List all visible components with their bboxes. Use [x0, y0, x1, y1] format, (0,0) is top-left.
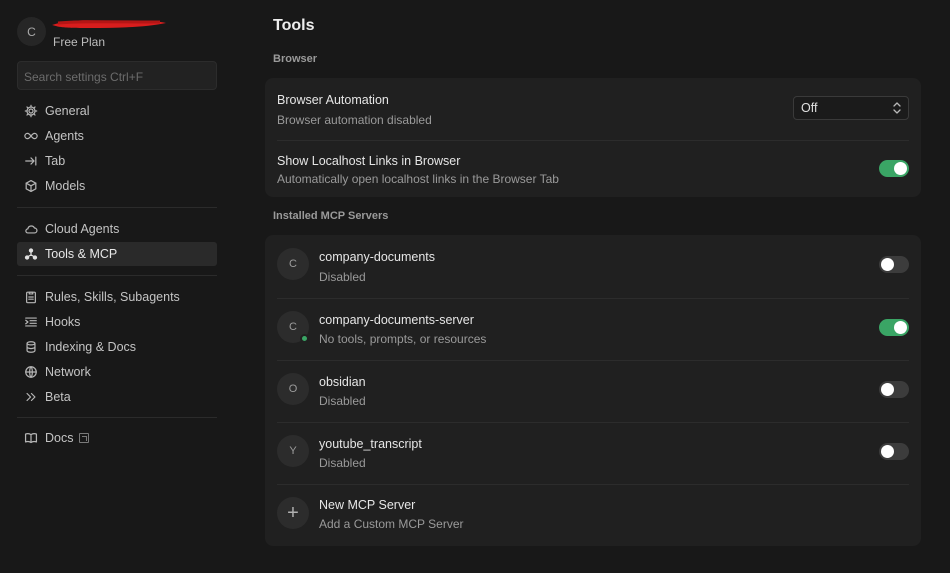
sidebar-item-label: Indexing & Docs	[45, 340, 137, 354]
server-avatar: C	[277, 311, 309, 343]
sidebar-item-label: Beta	[45, 390, 71, 404]
sidebar: C Free Plan Search settings Ctrl+F Gener…	[0, 0, 233, 573]
sidebar-item-label: Models	[45, 179, 86, 193]
sidebar-item-tab[interactable]: Tab	[17, 149, 217, 173]
toggle-knob	[881, 445, 894, 458]
sidebar-item-agents[interactable]: Agents	[17, 124, 217, 148]
row-description: Browser automation disabled	[277, 113, 432, 127]
settings-window: C Free Plan Search settings Ctrl+F Gener…	[0, 0, 950, 573]
sidebar-item-indexing-docs[interactable]: Indexing & Docs	[17, 335, 217, 359]
toggle-knob	[894, 162, 907, 175]
status-running-dot	[300, 334, 309, 343]
localhost-links-row: Show Localhost Links in Browser Automati…	[265, 141, 921, 197]
section-title-browser: Browser	[273, 53, 318, 65]
search-input[interactable]: Search settings Ctrl+F	[17, 61, 217, 90]
server-status: Disabled	[319, 456, 366, 470]
mcp-servers-card: C company-documents Disabled C company-d…	[265, 235, 921, 546]
browser-settings-card: Browser Automation Browser automation di…	[265, 78, 921, 197]
row-description: Automatically open localhost links in th…	[277, 172, 559, 186]
browser-automation-row: Browser Automation Browser automation di…	[265, 78, 921, 140]
server-toggle-company-documents-server[interactable]	[879, 319, 909, 336]
tab-arrow-icon	[23, 153, 39, 169]
hooks-icon	[23, 314, 39, 330]
sidebar-item-label: Docs	[45, 431, 74, 445]
row-title: Browser Automation	[277, 93, 389, 107]
select-value: Off	[801, 101, 818, 115]
sidebar-item-label: General	[45, 104, 90, 118]
globe-icon	[23, 364, 39, 380]
browser-automation-select[interactable]: Off	[793, 96, 909, 120]
new-server-description: Add a Custom MCP Server	[319, 517, 464, 531]
sidebar-item-general[interactable]: General	[17, 99, 217, 123]
server-name: company-documents-server	[319, 313, 474, 327]
server-status: Disabled	[319, 394, 366, 408]
plan-label: Free Plan	[53, 35, 106, 49]
server-avatar: Y	[277, 435, 309, 467]
mcp-server-row[interactable]: C company-documents-server No tools, pro…	[265, 299, 921, 360]
server-avatar: C	[277, 248, 309, 280]
sidebar-item-label: Hooks	[45, 315, 81, 329]
new-mcp-server-button[interactable]: + New MCP Server Add a Custom MCP Server	[265, 485, 921, 546]
cloud-icon	[23, 221, 39, 237]
double-chevron-icon	[23, 389, 39, 405]
book-icon	[23, 430, 39, 446]
sidebar-item-models[interactable]: Models	[17, 174, 217, 198]
sidebar-item-label: Network	[45, 365, 91, 379]
section-title-mcp: Installed MCP Servers	[273, 210, 389, 222]
server-status: Disabled	[319, 270, 366, 284]
localhost-links-toggle[interactable]	[879, 160, 909, 177]
toggle-knob	[894, 321, 907, 334]
sidebar-item-cloud-agents[interactable]: Cloud Agents	[17, 217, 217, 241]
nodes-icon	[23, 246, 39, 262]
server-avatar-letter: C	[289, 321, 297, 333]
sidebar-item-docs[interactable]: Docs	[17, 426, 217, 450]
sidebar-divider	[17, 207, 217, 208]
toggle-knob	[881, 383, 894, 396]
sidebar-item-hooks[interactable]: Hooks	[17, 310, 217, 334]
external-link-icon	[79, 433, 90, 443]
sidebar-item-label: Rules, Skills, Subagents	[45, 290, 180, 304]
sidebar-item-label: Cloud Agents	[45, 222, 120, 236]
database-icon	[23, 339, 39, 355]
mcp-server-row[interactable]: C company-documents Disabled	[265, 235, 921, 298]
sidebar-divider	[17, 417, 217, 418]
row-title: Show Localhost Links in Browser	[277, 154, 461, 168]
redaction-scribble	[52, 20, 166, 28]
new-server-label: New MCP Server	[319, 498, 416, 512]
server-name: company-documents	[319, 250, 436, 264]
server-toggle-obsidian[interactable]	[879, 381, 909, 398]
sidebar-divider	[17, 275, 217, 276]
sidebar-item-label: Tab	[45, 154, 66, 168]
mcp-server-row[interactable]: Y youtube_transcript Disabled	[265, 423, 921, 484]
server-toggle-company-documents[interactable]	[879, 256, 909, 273]
clipboard-icon	[23, 289, 39, 305]
account-header[interactable]: C Free Plan	[17, 17, 217, 49]
server-name: obsidian	[319, 375, 366, 389]
server-name: youtube_transcript	[319, 437, 422, 451]
avatar: C	[17, 17, 46, 46]
sidebar-item-rules-skills-subagents[interactable]: Rules, Skills, Subagents	[17, 285, 217, 309]
page-title: Tools	[273, 17, 315, 34]
infinity-icon	[23, 128, 39, 144]
mcp-server-row[interactable]: O obsidian Disabled	[265, 361, 921, 422]
toggle-knob	[881, 258, 894, 271]
chevron-up-down-icon	[893, 102, 901, 114]
server-toggle-youtube-transcript[interactable]	[879, 443, 909, 460]
server-status: No tools, prompts, or resources	[319, 332, 487, 346]
sidebar-item-beta[interactable]: Beta	[17, 385, 217, 409]
sidebar-item-label: Agents	[45, 129, 84, 143]
plus-icon: +	[277, 497, 309, 529]
gear-icon	[23, 103, 39, 119]
cube-icon	[23, 178, 39, 194]
sidebar-item-label: Tools & MCP	[45, 247, 118, 261]
sidebar-item-tools-mcp[interactable]: Tools & MCP	[17, 242, 217, 266]
server-avatar: O	[277, 373, 309, 405]
sidebar-item-network[interactable]: Network	[17, 360, 217, 384]
